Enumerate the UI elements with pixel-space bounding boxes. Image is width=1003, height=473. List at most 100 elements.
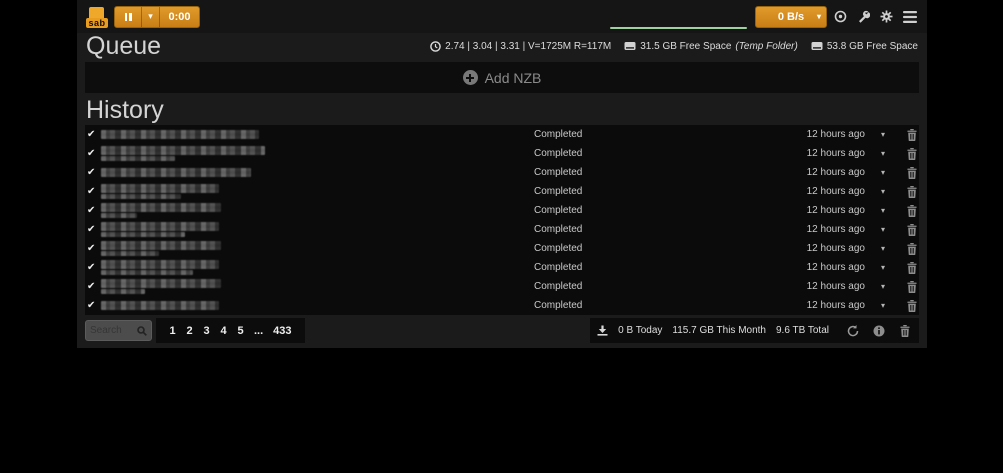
trash-icon [907,262,917,274]
history-status: Completed [521,129,715,140]
pause-timer-button[interactable]: 0:00 [160,7,199,27]
stats-today: 0 B Today [618,325,662,336]
search-box[interactable] [85,320,152,341]
row-delete-button[interactable] [901,148,917,160]
speed-label: 0 B/s [778,11,804,23]
redacted-name-bar [101,279,221,288]
history-row[interactable]: ✔ Completed 12 hours ago ▾ [85,239,919,258]
row-delete-button[interactable] [901,243,917,255]
trash-icon [907,167,917,179]
stats-month: 115.7 GB This Month [672,325,766,336]
free-space-text: 53.8 GB Free Space [827,41,918,52]
clock-icon [430,41,441,52]
history-row[interactable]: ✔ Completed 12 hours ago ▾ [85,296,919,315]
redacted-name-bar [101,222,219,231]
history-time: 12 hours ago [715,262,865,273]
row-dropdown-caret-icon[interactable]: ▾ [865,187,901,196]
redacted-name-bar [101,203,221,212]
redacted-name-bar-2 [101,213,137,218]
row-delete-button[interactable] [901,129,917,141]
history-status: Completed [521,262,715,273]
page-button[interactable]: 1 [165,325,180,337]
history-item-name [101,260,521,275]
row-delete-button[interactable] [901,300,917,312]
trash-icon [907,186,917,198]
history-status: Completed [521,243,715,254]
history-row[interactable]: ✔ Completed 12 hours ago ▾ [85,125,919,144]
queue-stats-text: 2.74 | 3.04 | 3.31 | V=1725M R=117M [445,41,611,52]
stats-total: 9.6 TB Total [776,325,829,336]
navbar-icons [832,8,918,25]
row-dropdown-caret-icon[interactable]: ▾ [865,263,901,272]
temp-free-space: 31.5 GB Free Space (Temp Folder) [624,41,798,52]
row-dropdown-caret-icon[interactable]: ▾ [865,301,901,310]
page-button[interactable]: 433 [269,325,295,337]
history-item-name [101,130,521,139]
page-button[interactable]: ... [250,325,267,337]
row-dropdown-caret-icon[interactable]: ▾ [865,225,901,234]
check-icon: ✔ [87,301,101,311]
check-icon: ✔ [87,130,101,140]
page-button[interactable]: 3 [199,325,214,337]
history-item-name [101,184,521,199]
history-item-name [101,168,521,177]
history-row[interactable]: ✔ Completed 12 hours ago ▾ [85,277,919,296]
redacted-name-bar-2 [101,251,159,256]
check-icon: ✔ [87,206,101,216]
add-nzb-button[interactable]: Add NZB [85,62,919,93]
purge-history-button[interactable] [897,323,912,338]
history-row[interactable]: ✔ Completed 12 hours ago ▾ [85,220,919,239]
trash-icon [907,224,917,236]
history-row[interactable]: ✔ Completed 12 hours ago ▾ [85,144,919,163]
status-circle-icon[interactable] [832,8,849,25]
plus-circle-icon [463,70,478,85]
pause-button[interactable] [115,7,142,27]
page-button[interactable]: 4 [216,325,231,337]
history-status: Completed [521,205,715,216]
history-row[interactable]: ✔ Completed 12 hours ago ▾ [85,182,919,201]
history-row[interactable]: ✔ Completed 12 hours ago ▾ [85,163,919,182]
queue-header: Queue 2.74 | 3.04 | 3.31 | V=1725M R=117… [77,34,927,58]
wrench-icon[interactable] [855,8,872,25]
history-time: 12 hours ago [715,167,865,178]
row-dropdown-caret-icon[interactable]: ▾ [865,282,901,291]
row-dropdown-caret-icon[interactable]: ▾ [865,206,901,215]
redacted-name-bar [101,168,251,177]
row-delete-button[interactable] [901,224,917,236]
search-input[interactable] [90,325,137,336]
check-icon: ✔ [87,263,101,273]
gear-icon[interactable] [878,8,895,25]
sab-logo[interactable]: sab [86,6,108,28]
row-delete-button[interactable] [901,281,917,293]
row-dropdown-caret-icon[interactable]: ▾ [865,130,901,139]
download-icon [597,325,608,336]
page-button[interactable]: 2 [182,325,197,337]
row-dropdown-caret-icon[interactable]: ▾ [865,244,901,253]
history-time: 12 hours ago [715,148,865,159]
pause-dropdown-caret[interactable]: ▾ [142,7,160,27]
sab-logo-folder-icon [89,7,104,19]
refresh-icon[interactable] [845,323,860,338]
history-list: ✔ Completed 12 hours ago ▾ ✔ Completed 1… [85,125,919,315]
row-delete-button[interactable] [901,186,917,198]
history-time: 12 hours ago [715,186,865,197]
row-delete-button[interactable] [901,167,917,179]
redacted-name-bar-2 [101,270,193,275]
speed-limit-button[interactable]: 0 B/s ▾ [755,6,827,28]
history-row[interactable]: ✔ Completed 12 hours ago ▾ [85,258,919,277]
info-icon[interactable] [871,323,886,338]
history-row[interactable]: ✔ Completed 12 hours ago ▾ [85,201,919,220]
row-dropdown-caret-icon[interactable]: ▾ [865,149,901,158]
history-status: Completed [521,281,715,292]
menu-icon[interactable] [901,8,918,25]
row-delete-button[interactable] [901,262,917,274]
add-nzb-label: Add NZB [485,70,542,86]
temp-folder-note: (Temp Folder) [735,41,797,52]
row-delete-button[interactable] [901,205,917,217]
trash-icon [900,325,910,337]
history-item-name [101,222,521,237]
check-icon: ✔ [87,149,101,159]
queue-stats: 2.74 | 3.04 | 3.31 | V=1725M R=117M [430,41,611,52]
row-dropdown-caret-icon[interactable]: ▾ [865,168,901,177]
page-button[interactable]: 5 [233,325,248,337]
